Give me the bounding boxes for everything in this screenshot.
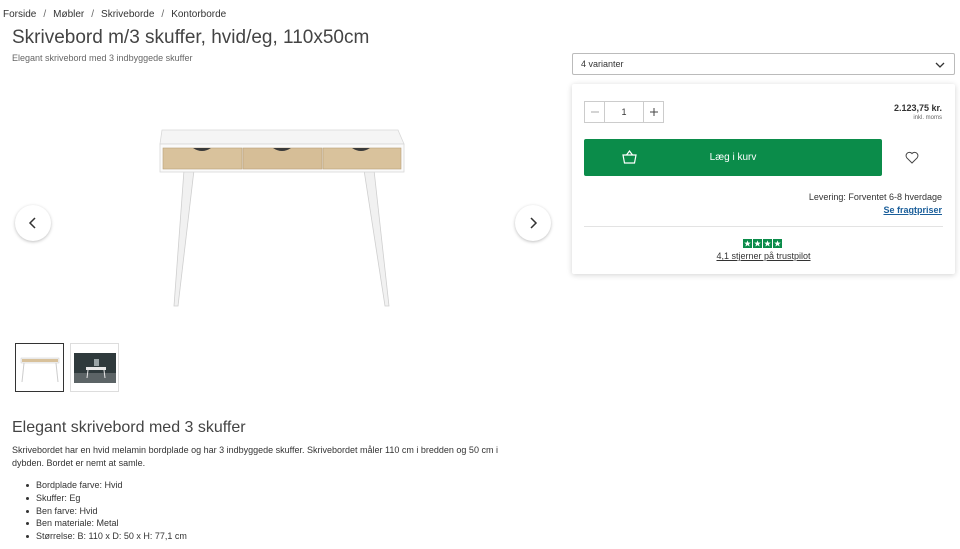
add-to-cart-label: Læg i kurv bbox=[709, 152, 757, 163]
breadcrumb-separator: / bbox=[91, 9, 95, 20]
star-icon bbox=[753, 239, 762, 248]
divider bbox=[584, 226, 943, 227]
freight-prices-link[interactable]: Se fragtpriser bbox=[883, 205, 942, 215]
previous-image-button[interactable] bbox=[15, 205, 51, 241]
price-vat-note: inkl. moms bbox=[913, 115, 942, 121]
add-to-cart-button[interactable]: Læg i kurv bbox=[584, 139, 882, 176]
decrease-quantity-button[interactable] bbox=[585, 102, 605, 122]
product-price: 2.123,75 kr. bbox=[893, 103, 942, 113]
spec-item: Størrelse: B: 110 x D: 50 x H: 77,1 cm bbox=[26, 531, 187, 542]
chevron-down-icon bbox=[935, 62, 945, 68]
spec-item: Bordplade farve: Hvid bbox=[26, 479, 187, 492]
star-icon bbox=[743, 239, 752, 248]
trustpilot-rating-link[interactable]: 4,1 stjerner på trustpilot bbox=[572, 251, 955, 261]
breadcrumb-link-mobler[interactable]: Møbler bbox=[53, 9, 84, 20]
trustpilot-stars bbox=[743, 239, 782, 248]
spec-item: Ben farve: Hvid bbox=[26, 505, 187, 518]
basket-icon bbox=[622, 150, 637, 164]
thumbnail-desk-image bbox=[20, 357, 59, 382]
breadcrumb-link-skriveborde[interactable]: Skriveborde bbox=[101, 9, 154, 20]
quantity-input[interactable]: 1 bbox=[605, 102, 643, 122]
thumbnail-desk[interactable] bbox=[15, 343, 64, 392]
buy-box: 1 2.123,75 kr. inkl. moms Læg i kurv Lev… bbox=[572, 84, 955, 274]
desk-illustration bbox=[159, 129, 405, 307]
plus-icon bbox=[649, 108, 658, 116]
spec-item: Ben materiale: Metal bbox=[26, 517, 187, 530]
description-title: Elegant skrivebord med 3 skuffer bbox=[12, 419, 246, 436]
variant-select[interactable]: 4 varianter bbox=[572, 53, 955, 75]
arrow-left-icon bbox=[28, 217, 36, 229]
star-icon bbox=[763, 239, 772, 248]
next-image-button[interactable] bbox=[515, 205, 551, 241]
heart-icon[interactable] bbox=[905, 151, 919, 164]
product-title: Skrivebord m/3 skuffer, hvid/eg, 110x50c… bbox=[12, 27, 370, 48]
breadcrumb: Forside / Møbler / Skriveborde / Kontorb… bbox=[3, 9, 226, 20]
breadcrumb-link-forside[interactable]: Forside bbox=[3, 9, 36, 20]
breadcrumb-separator: / bbox=[43, 9, 47, 20]
breadcrumb-link-kontorborde[interactable]: Kontorborde bbox=[171, 9, 226, 20]
spec-list: Bordplade farve: Hvid Skuffer: Eg Ben fa… bbox=[26, 479, 187, 543]
product-image bbox=[12, 90, 552, 330]
description-text: Skrivebordet har en hvid melamin bordpla… bbox=[12, 445, 498, 468]
increase-quantity-button[interactable] bbox=[643, 102, 663, 122]
spec-item: Skuffer: Eg bbox=[26, 492, 187, 505]
thumbnail-room-image bbox=[73, 352, 116, 383]
delivery-estimate: Levering: Forventet 6-8 hverdage bbox=[808, 192, 942, 202]
quantity-stepper: 1 bbox=[584, 101, 664, 123]
variant-select-value: 4 varianter bbox=[581, 59, 624, 69]
breadcrumb-separator: / bbox=[161, 9, 165, 20]
star-icon bbox=[773, 239, 782, 248]
minus-icon bbox=[590, 111, 599, 113]
arrow-right-icon bbox=[530, 217, 538, 229]
product-subtitle: Elegant skrivebord med 3 indbyggede skuf… bbox=[12, 53, 193, 63]
thumbnail-room[interactable] bbox=[70, 343, 119, 392]
